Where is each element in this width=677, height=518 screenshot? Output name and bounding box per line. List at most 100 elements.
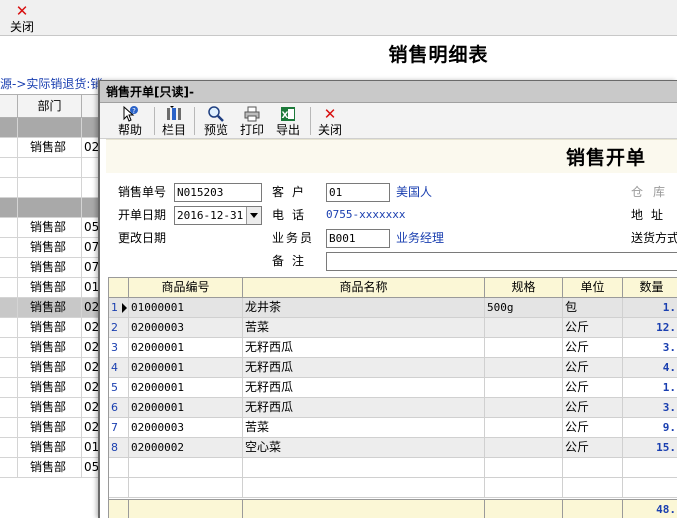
print-button[interactable]: 打印 (240, 105, 264, 137)
report-group-row[interactable] (0, 198, 110, 218)
report-row[interactable]: 销售部 02 (0, 138, 110, 158)
order-form: 销售单号 N015203 客户 01 美国人 仓库 开单日期 2016-12-3… (106, 173, 677, 277)
item-row[interactable]: 7 02000003 苦菜 公斤 9. (109, 418, 677, 438)
item-qty-cell: 1. (662, 381, 676, 394)
report-dept-cell: 销售部 (18, 378, 82, 397)
report-row-header (0, 278, 18, 297)
report-row[interactable]: 销售部 07 (0, 238, 110, 258)
item-code-cell: 02000001 (129, 338, 243, 357)
export-button[interactable]: X 导出 (276, 105, 300, 137)
header-qty[interactable]: 数量 (623, 278, 677, 297)
customer-code-field[interactable]: 01 (326, 183, 390, 202)
report-row-header (0, 158, 18, 177)
item-row[interactable]: 6 02000001 无籽西瓜 公斤 3. (109, 398, 677, 418)
report-group-row[interactable] (0, 118, 110, 138)
row-number: 5 (109, 378, 129, 397)
header-spec[interactable]: 规格 (485, 278, 563, 297)
toolbar-separator (310, 107, 311, 135)
preview-button[interactable]: 预览 (204, 105, 228, 137)
row-number: 4 (109, 358, 129, 377)
item-row[interactable]: 2 02000003 苦菜 公斤 12. (109, 318, 677, 338)
report-header-dept[interactable]: 部门 (18, 95, 82, 118)
dialog-close-label: 关闭 (318, 123, 343, 137)
salesman-code-field[interactable]: B001 (326, 229, 390, 248)
item-unit-cell: 公斤 (563, 418, 623, 437)
item-name-cell: 苦菜 (243, 418, 485, 437)
remark-field[interactable] (326, 252, 677, 271)
report-row[interactable]: 销售部 05 (0, 218, 110, 238)
date-picker[interactable]: 2016-12-31 (174, 206, 262, 225)
total-cell (485, 500, 563, 518)
report-dept-cell: 销售部 (18, 438, 82, 457)
report-row[interactable] (0, 178, 110, 198)
item-row[interactable]: 1 01000001 龙井茶 500g 包 1. (109, 298, 677, 318)
help-button[interactable]: ? 帮助 (118, 105, 142, 137)
report-row[interactable]: 销售部 02 (0, 418, 110, 438)
row-number (109, 478, 129, 497)
header-unit[interactable]: 单位 (563, 278, 623, 297)
report-row-header (0, 438, 18, 457)
item-row[interactable]: 3 02000001 无籽西瓜 公斤 3. (109, 338, 677, 358)
row-number: 6 (109, 398, 129, 417)
item-unit-cell: 公斤 (563, 378, 623, 397)
columns-button[interactable]: 栏目 (162, 105, 186, 137)
report-row-header (0, 398, 18, 417)
item-row-empty[interactable] (109, 478, 677, 498)
app-root: ✕ 关闭 销售明细表 源->实际销退货:销 部门 销售部 02 销售部 05 销售部 07… (0, 0, 677, 518)
report-row-header (0, 138, 18, 157)
report-row[interactable]: 销售部 02 (0, 338, 110, 358)
items-grid-header: 商品编号 商品名称 规格 单位 数量 (109, 278, 677, 298)
item-qty-cell: 3. (662, 341, 676, 354)
order-no-label: 销售单号 (118, 185, 167, 199)
columns-icon (165, 105, 183, 123)
item-row[interactable]: 4 02000001 无籽西瓜 公斤 4. (109, 358, 677, 378)
item-qty-cell: 1. (662, 301, 676, 314)
row-number: 8 (109, 438, 129, 457)
item-qty-cell (623, 458, 677, 477)
chevron-down-icon[interactable] (246, 207, 261, 224)
report-dept-cell: 销售部 (18, 398, 82, 417)
date-value: 2016-12-31 (177, 209, 244, 222)
report-row[interactable] (0, 158, 110, 178)
report-row[interactable]: 销售部 02 (0, 398, 110, 418)
item-code-cell: 02000003 (129, 318, 243, 337)
dialog-title: 销售开单[只读]- (100, 81, 677, 103)
report-row-header (0, 178, 18, 197)
header-code[interactable]: 商品编号 (129, 278, 243, 297)
item-row[interactable]: 8 02000002 空心菜 公斤 15. (109, 438, 677, 458)
report-row-header (0, 298, 18, 317)
remark-label: 备注 (272, 254, 313, 268)
report-row[interactable]: 销售部 07 (0, 258, 110, 278)
report-row[interactable]: 销售部 02 (0, 298, 110, 318)
item-code-cell: 01000001 (129, 298, 243, 317)
report-title: 销售明细表 (388, 44, 489, 66)
item-spec-cell (485, 378, 563, 397)
item-row-empty[interactable] (109, 458, 677, 478)
report-row[interactable]: 销售部 02 (0, 378, 110, 398)
item-unit-cell (563, 458, 623, 477)
magnifier-icon (207, 105, 225, 123)
item-spec-cell: 500g (485, 298, 563, 317)
report-row[interactable]: 销售部 01 (0, 438, 110, 458)
report-close-button[interactable]: ✕ 关闭 (10, 2, 34, 34)
item-qty-cell: 15. (656, 441, 676, 454)
item-unit-cell: 公斤 (563, 358, 623, 377)
report-row[interactable]: 销售部 02 (0, 358, 110, 378)
toolbar-separator (154, 107, 155, 135)
report-row-header (0, 358, 18, 377)
report-row[interactable]: 销售部 02 (0, 318, 110, 338)
order-no-field[interactable]: N015203 (174, 183, 262, 202)
item-name-cell: 空心菜 (243, 438, 485, 457)
customer-name: 美国人 (396, 185, 433, 199)
report-row-header (0, 218, 18, 237)
item-spec-cell (485, 398, 563, 417)
item-row[interactable]: 5 02000001 无籽西瓜 公斤 1. (109, 378, 677, 398)
report-dept-cell (18, 178, 82, 197)
report-row[interactable]: 销售部 05 (0, 458, 110, 478)
dialog-close-button[interactable]: ✕ 关闭 (318, 105, 342, 137)
phone-value: 0755-xxxxxxx (326, 208, 406, 221)
total-cell (563, 500, 623, 518)
report-dept-cell: 销售部 (18, 338, 82, 357)
header-name[interactable]: 商品名称 (243, 278, 485, 297)
report-row[interactable]: 销售部 01 (0, 278, 110, 298)
